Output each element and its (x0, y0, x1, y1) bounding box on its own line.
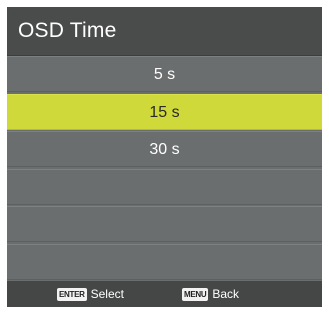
empty-row (7, 243, 322, 280)
option-label: 15 s (149, 103, 180, 121)
empty-row (7, 206, 322, 243)
option-30s[interactable]: 30 s (7, 131, 322, 168)
empty-row (7, 168, 322, 205)
menu-header: OSD Time (7, 7, 322, 56)
enter-key-icon: ENTER (57, 287, 87, 301)
select-label: Select (90, 287, 124, 301)
select-hint[interactable]: ENTER Select (57, 286, 124, 302)
back-label: Back (212, 287, 240, 301)
option-15s[interactable]: 15 s (7, 93, 322, 130)
option-label: 30 s (149, 141, 180, 159)
option-5s[interactable]: 5 s (7, 56, 322, 92)
option-label: 5 s (153, 66, 176, 83)
back-hint[interactable]: MENU Back (182, 286, 239, 302)
option-list: 5 s 15 s 30 s (7, 56, 322, 282)
osd-menu-panel: OSD Time 5 s 15 s 30 s ENTER Select MENU… (7, 7, 322, 307)
menu-key-icon: MENU (182, 287, 209, 301)
button-hint-bar: ENTER Select MENU Back (7, 281, 322, 307)
menu-title: OSD Time (18, 19, 117, 42)
